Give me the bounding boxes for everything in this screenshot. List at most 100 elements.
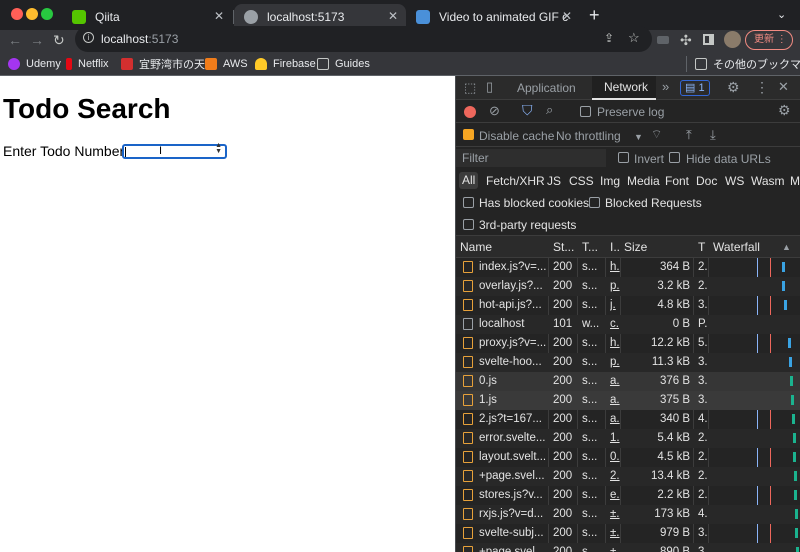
type-js[interactable]: JS: [547, 174, 561, 188]
filter-icon[interactable]: ⛉: [522, 102, 533, 119]
todo-number-input[interactable]: I ▲ ▼: [122, 142, 227, 159]
bookmark-firebase[interactable]: Firebase: [255, 56, 316, 72]
request-initiator[interactable]: c.: [610, 315, 620, 334]
third-party-checkbox[interactable]: [463, 219, 474, 230]
new-tab-button[interactable]: +: [589, 5, 600, 25]
blocked-requests-checkbox[interactable]: [589, 197, 600, 208]
request-row[interactable]: 1.js 200 s... a. 375 B 3.: [456, 391, 800, 410]
request-row[interactable]: localhost 101 w... c. 0 B P.: [456, 315, 800, 334]
type-manifest[interactable]: M: [790, 174, 800, 188]
info-icon[interactable]: i: [83, 32, 94, 43]
col-status[interactable]: St...: [553, 236, 577, 258]
request-row[interactable]: hot-api.js?... 200 s... j. 4.8 kB 3.: [456, 296, 800, 315]
request-row[interactable]: error.svelte... 200 s... 1. 5.4 kB 2.: [456, 429, 800, 448]
request-row[interactable]: svelte-subj... 200 s... ±. 979 B 3.: [456, 524, 800, 543]
network-conditions-icon[interactable]: ⌔: [651, 127, 662, 142]
bookmark-guides[interactable]: Guides: [317, 56, 370, 72]
bookmark-udemy[interactable]: Udemy: [8, 56, 61, 72]
tab-application[interactable]: Application: [517, 81, 576, 95]
request-initiator[interactable]: 2.: [610, 467, 620, 486]
record-icon[interactable]: [464, 106, 476, 118]
type-wasm[interactable]: Wasm: [751, 174, 785, 188]
puzzle-icon[interactable]: ✣: [680, 32, 692, 48]
bookmark-netflix[interactable]: Netflix: [66, 56, 109, 72]
type-all[interactable]: All: [459, 172, 479, 189]
request-row[interactable]: proxy.js?v=... 200 s... h. 12.2 kB 5.: [456, 334, 800, 353]
close-tab-icon[interactable]: ✕: [214, 9, 224, 23]
tab-network[interactable]: Network: [592, 76, 656, 100]
back-icon[interactable]: ←: [8, 32, 22, 48]
preserve-log-checkbox[interactable]: [580, 106, 591, 117]
request-row[interactable]: rxjs.js?v=d... 200 s... ±. 173 kB 4.: [456, 505, 800, 524]
close-tab-icon[interactable]: ✕: [388, 9, 398, 23]
request-initiator[interactable]: ±.: [610, 505, 620, 524]
share-icon[interactable]: ⇪: [604, 31, 614, 45]
reload-icon[interactable]: ↻: [53, 32, 65, 48]
request-initiator[interactable]: h.: [610, 258, 620, 277]
messages-badge[interactable]: ▤ 1: [680, 80, 710, 96]
request-initiator[interactable]: a.: [610, 410, 620, 429]
update-button[interactable]: 更新 ⋮: [745, 30, 793, 50]
bookmark-star-icon[interactable]: ☆: [628, 30, 640, 46]
request-row[interactable]: 0.js 200 s... a. 376 B 3.: [456, 372, 800, 391]
type-css[interactable]: CSS: [569, 174, 594, 188]
filter-input[interactable]: Filter: [456, 149, 606, 167]
request-initiator[interactable]: 0.: [610, 448, 620, 467]
avatar[interactable]: [724, 31, 741, 48]
extension-icon[interactable]: [657, 36, 669, 44]
close-tab-icon[interactable]: ✕: [562, 9, 572, 23]
col-name[interactable]: Name: [460, 236, 548, 258]
close-devtools-icon[interactable]: ✕: [778, 79, 789, 95]
request-initiator[interactable]: 1.: [610, 429, 620, 448]
request-row[interactable]: 2.js?t=167... 200 s... a. 340 B 4.: [456, 410, 800, 429]
address-bar[interactable]: i localhost:5173 ⇪ ☆: [75, 26, 652, 52]
device-toolbar-icon[interactable]: ▯: [486, 79, 493, 95]
sidebar-icon[interactable]: [703, 34, 714, 45]
type-ws[interactable]: WS: [725, 174, 744, 188]
other-bookmarks[interactable]: その他のブックマーク: [695, 56, 800, 72]
disable-cache-checkbox[interactable]: [463, 129, 474, 140]
type-font[interactable]: Font: [665, 174, 689, 188]
settings-gear-icon[interactable]: ⚙: [727, 79, 740, 96]
type-img[interactable]: Img: [600, 174, 620, 188]
request-initiator[interactable]: p.: [610, 353, 620, 372]
col-type[interactable]: T...: [582, 236, 604, 258]
request-row[interactable]: +page.svel... 200 s... ±. 890 B 3.: [456, 543, 800, 552]
request-initiator[interactable]: a.: [610, 391, 620, 410]
type-doc[interactable]: Doc: [696, 174, 717, 188]
request-row[interactable]: +page.svel... 200 s... 2. 13.4 kB 2.: [456, 467, 800, 486]
blocked-cookies-checkbox[interactable]: [463, 197, 474, 208]
col-size[interactable]: Size: [624, 236, 684, 258]
number-stepper[interactable]: ▲ ▼: [215, 142, 222, 155]
throttling-select[interactable]: No throttling ▼: [556, 129, 643, 143]
search-icon[interactable]: ⌕: [546, 102, 553, 118]
kebab-menu-icon[interactable]: ⋮: [755, 79, 769, 96]
request-initiator[interactable]: j.: [610, 296, 620, 315]
network-settings-icon[interactable]: ⚙: [778, 102, 791, 119]
zoom-window-button[interactable]: [41, 8, 53, 20]
request-row[interactable]: svelte-hoo... 200 s... p. 11.3 kB 3.: [456, 353, 800, 372]
request-initiator[interactable]: ±.: [610, 524, 620, 543]
request-initiator[interactable]: e.: [610, 486, 620, 505]
import-har-icon[interactable]: ⤒: [686, 127, 692, 143]
request-initiator[interactable]: ±.: [610, 543, 620, 552]
minimize-window-button[interactable]: [26, 8, 38, 20]
more-tabs-button[interactable]: »: [662, 79, 669, 94]
request-row[interactable]: stores.js?v... 200 s... e. 2.2 kB 2.: [456, 486, 800, 505]
request-row[interactable]: index.js?v=... 200 s... h. 364 B 2.: [456, 258, 800, 277]
request-row[interactable]: layout.svelt... 200 s... 0. 4.5 kB 2.: [456, 448, 800, 467]
invert-checkbox[interactable]: [618, 152, 629, 163]
close-window-button[interactable]: [11, 8, 23, 20]
hide-data-urls-checkbox[interactable]: [669, 152, 680, 163]
col-initiator[interactable]: I...: [610, 236, 620, 258]
clear-icon[interactable]: ⊘: [489, 103, 500, 119]
type-media[interactable]: Media: [627, 174, 660, 188]
forward-icon[interactable]: →: [30, 32, 44, 48]
tab-search-icon[interactable]: ⌄: [777, 8, 786, 21]
request-initiator[interactable]: h.: [610, 334, 620, 353]
bookmark-weather[interactable]: 宜野湾市の天気: [121, 56, 216, 72]
request-initiator[interactable]: a.: [610, 372, 620, 391]
request-row[interactable]: overlay.js?... 200 s... p. 3.2 kB 2.: [456, 277, 800, 296]
request-initiator[interactable]: p.: [610, 277, 620, 296]
bookmark-aws[interactable]: AWS: [205, 56, 248, 72]
